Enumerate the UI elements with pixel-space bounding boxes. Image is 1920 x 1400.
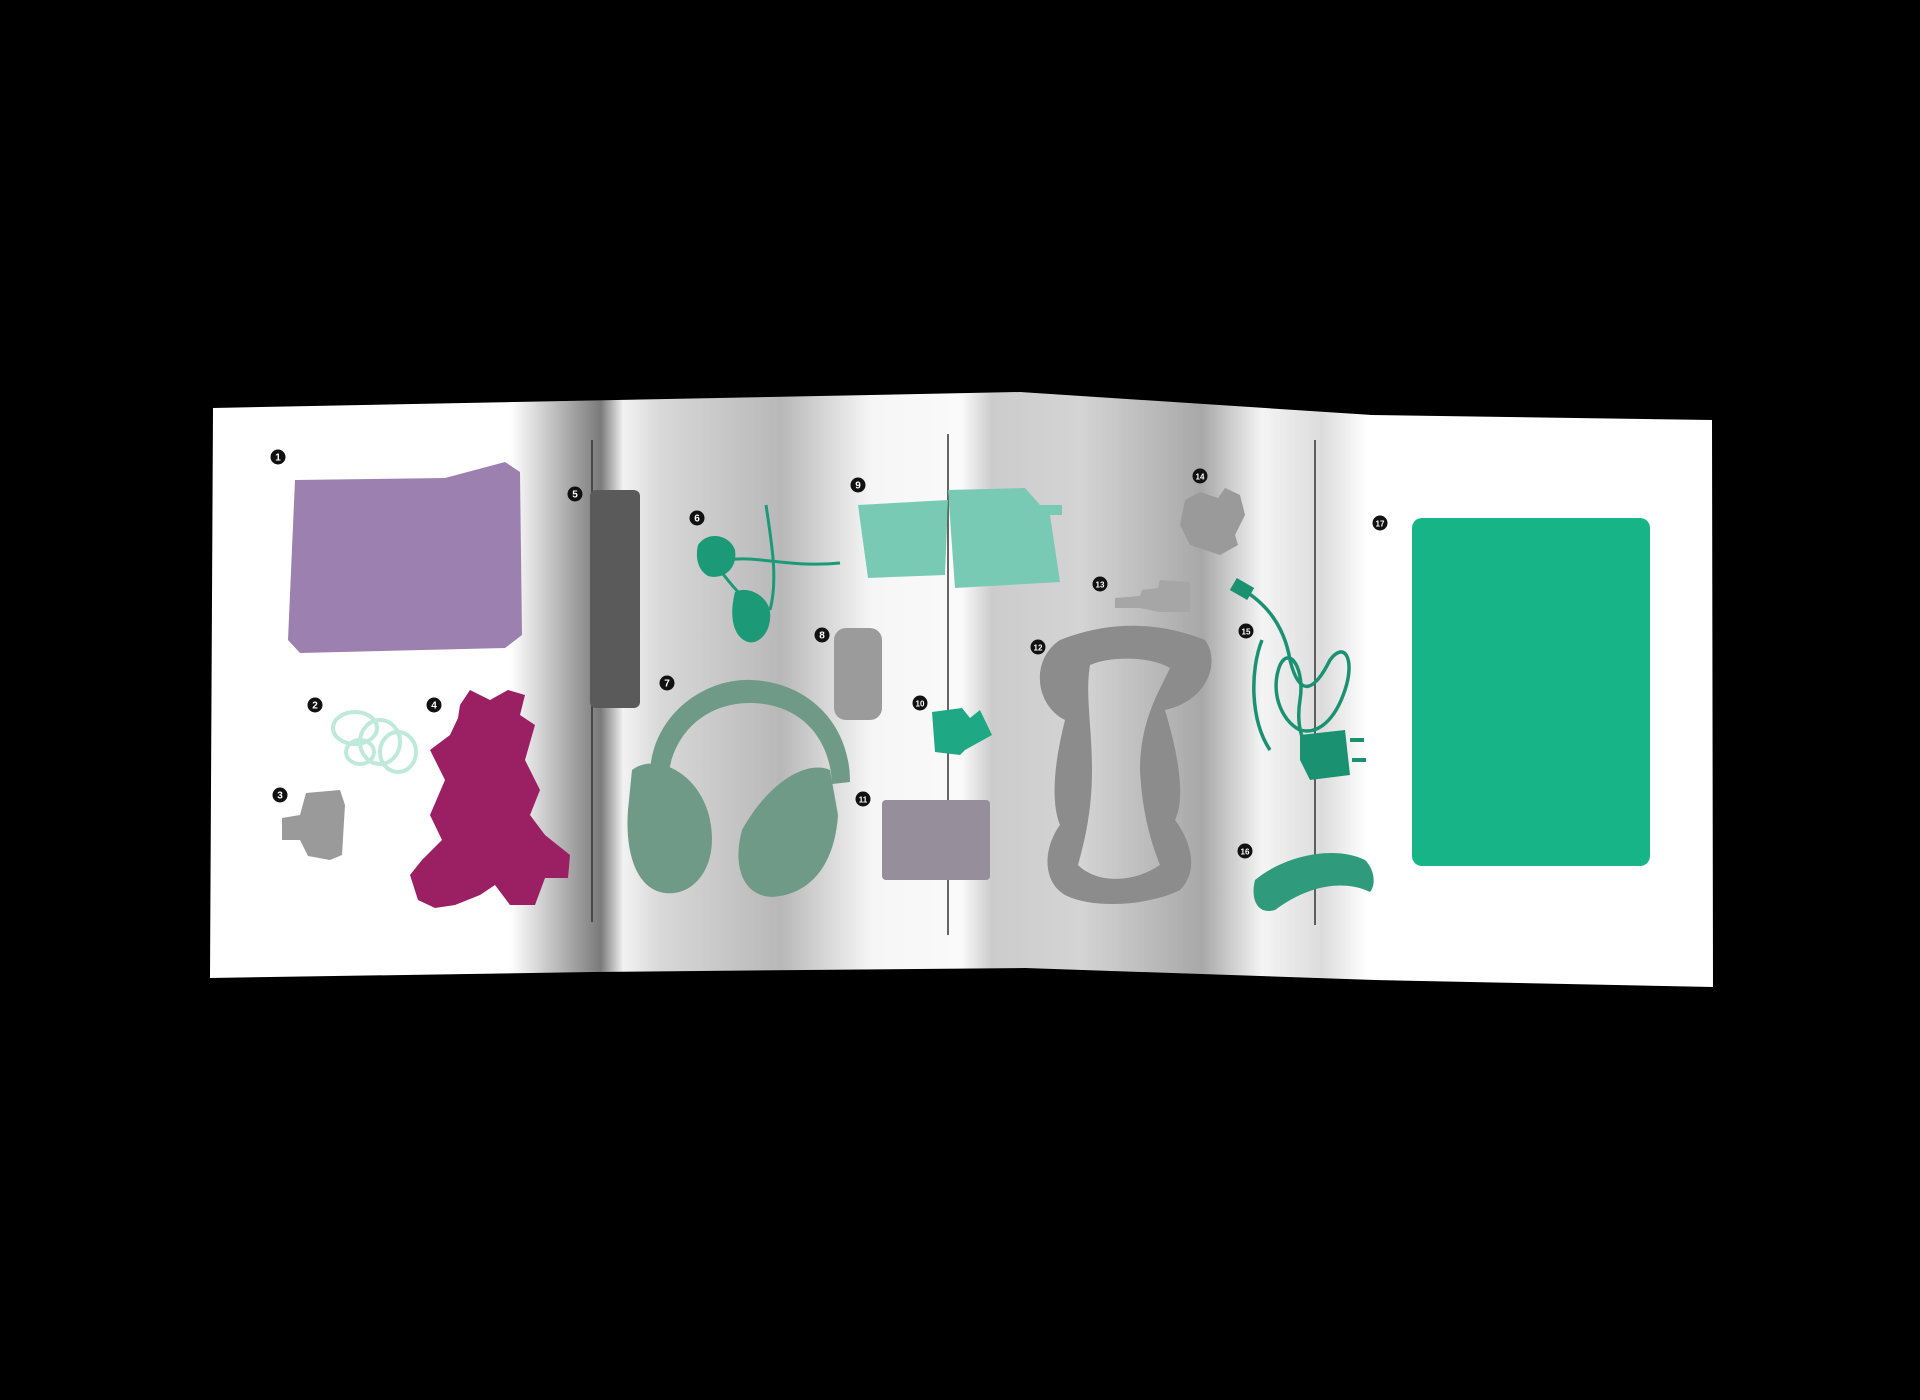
item-number-badge: 16 [1237,843,1253,859]
badge-number: 16 [1241,848,1250,857]
badge-number: 17 [1376,520,1385,529]
item-number-badge: 13 [1092,576,1108,592]
badge-number: 8 [819,631,825,642]
item-number-badge: 12 [1030,639,1046,655]
badge-number: 12 [1034,644,1043,653]
item-number-badge: 2 [307,697,323,713]
item-number-badge: 14 [1192,468,1208,484]
badge-number: 1 [275,453,281,464]
soap-bar-icon [834,628,882,720]
badge-number: 11 [859,796,868,805]
badge-number: 4 [431,701,437,712]
foldout-leaflet-scene: 1234567891011121314151617 [210,392,1713,987]
item-number-badge: 8 [814,627,830,643]
badge-number: 7 [664,679,670,690]
item-number-badge: 10 [912,695,928,711]
green-notebook-icon [1412,518,1650,866]
badge-number: 2 [312,701,318,712]
badge-number: 15 [1242,628,1251,637]
badge-number: 6 [694,514,700,525]
pill-organizer-icon [590,490,640,708]
item-number-badge: 1 [270,449,286,465]
badge-number: 14 [1196,473,1205,482]
badge-number: 10 [916,700,925,709]
item-number-badge: 11 [855,791,871,807]
item-number-badge: 9 [850,477,866,493]
item-number-badge: 6 [689,510,705,526]
folded-purple-towel-icon [288,462,522,653]
folded-cloth-icon [882,800,990,880]
item-number-badge: 3 [272,787,288,803]
item-number-badge: 5 [567,486,583,502]
item-number-badge: 7 [659,675,675,691]
badge-number: 3 [277,791,283,802]
badge-number: 5 [572,490,578,501]
badge-number: 13 [1096,581,1105,590]
item-number-badge: 4 [426,697,442,713]
item-number-badge: 15 [1238,623,1254,639]
badge-number: 9 [855,481,861,492]
item-number-badge: 17 [1372,515,1388,531]
